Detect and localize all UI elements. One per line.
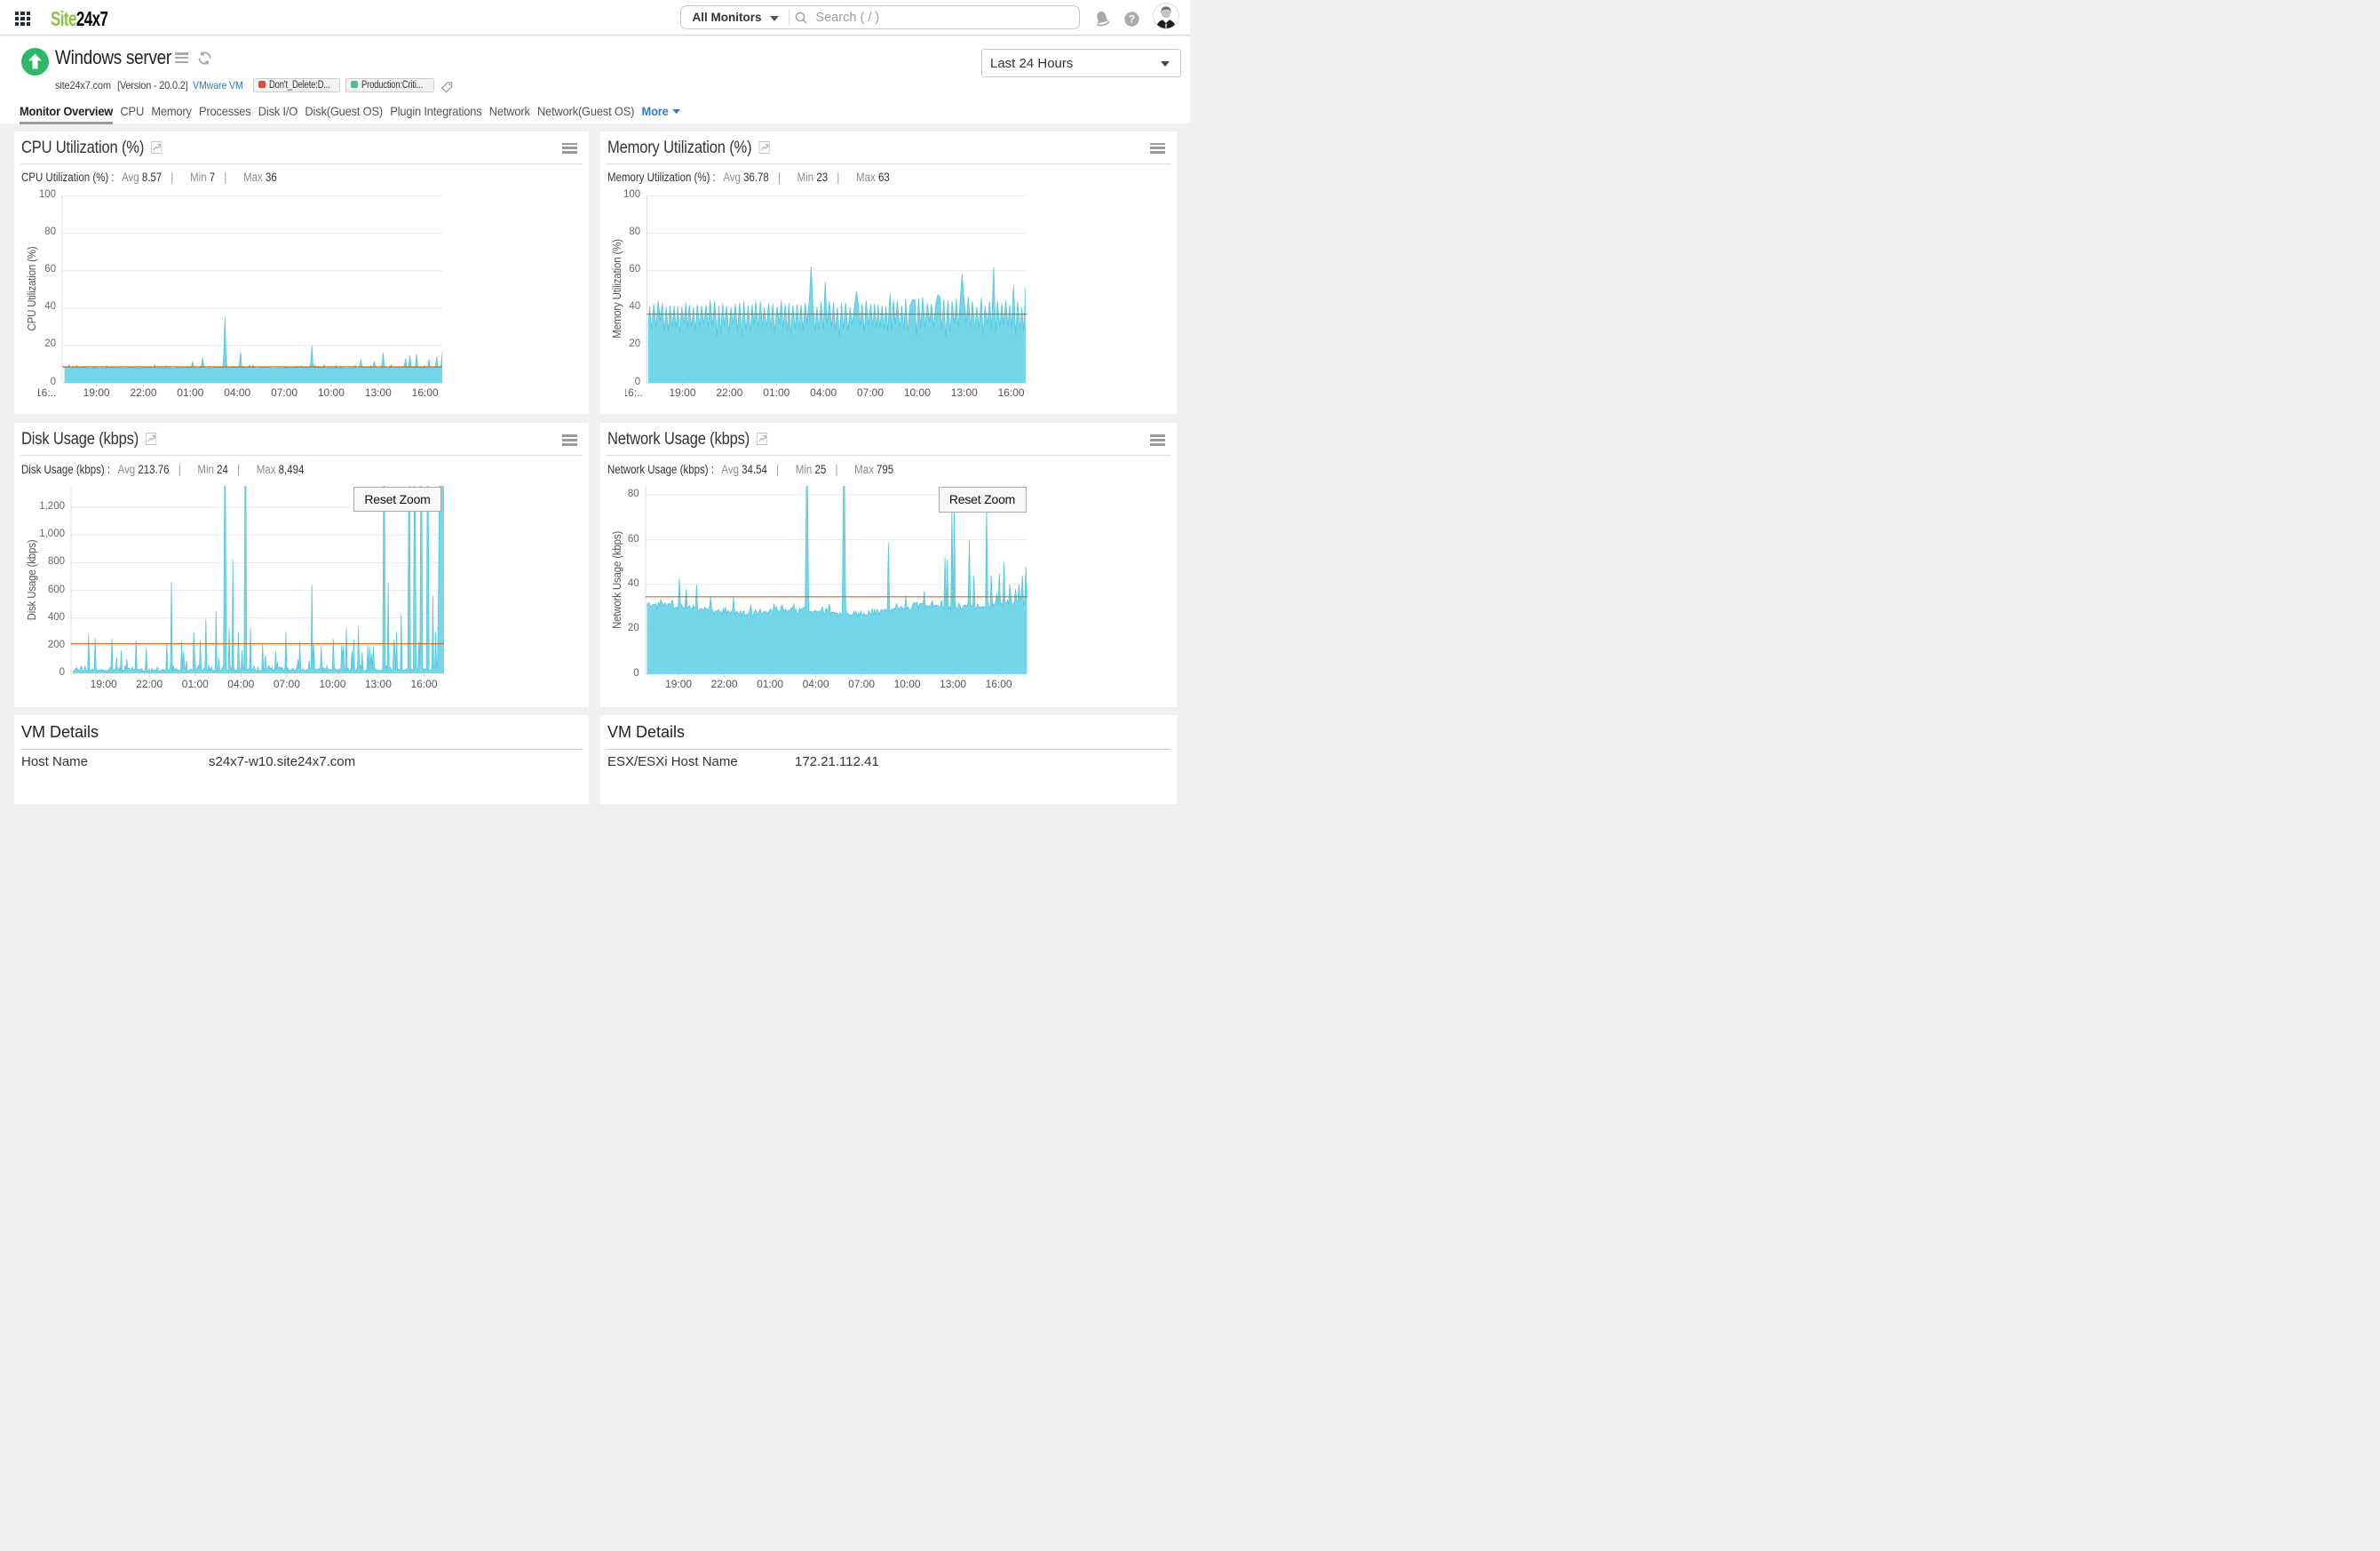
svg-text:?: ? — [1129, 12, 1135, 25]
